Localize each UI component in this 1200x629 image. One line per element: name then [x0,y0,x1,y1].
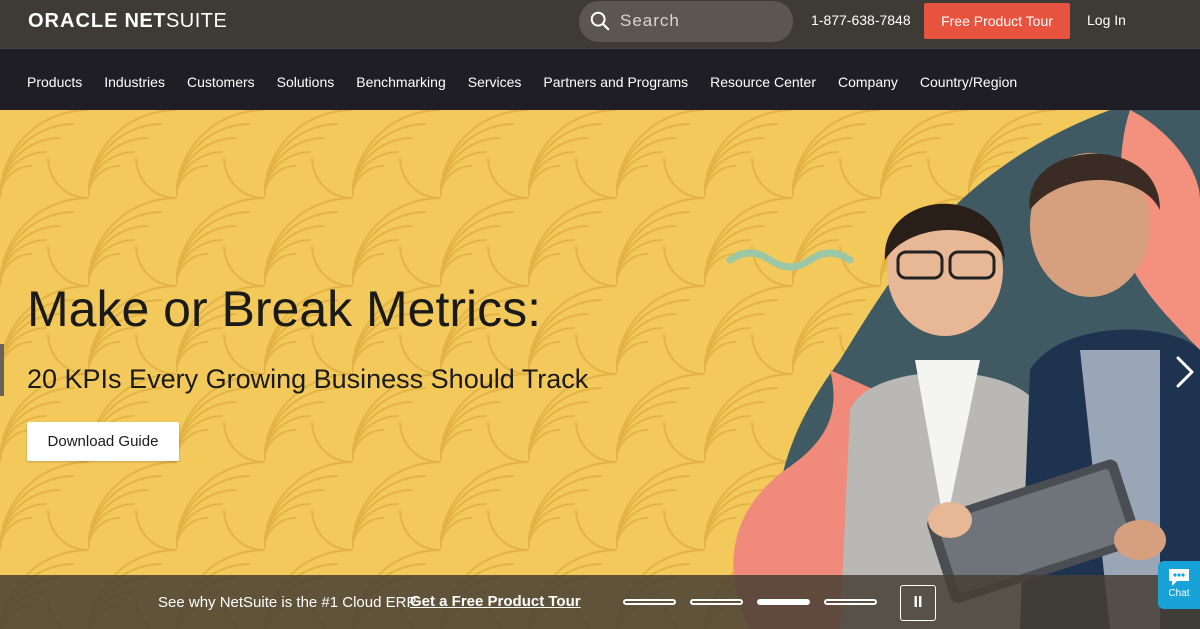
carousel-dot[interactable] [690,599,743,605]
nav-item-products[interactable]: Products [27,74,82,90]
logo-net: NET [124,10,166,32]
chevron-right-icon[interactable] [1168,350,1198,394]
top-bar: ORACLE NETSUITE Search 1-877-638-7848 Fre… [0,0,1200,48]
login-link[interactable]: Log In [1087,12,1126,28]
carousel-dot-active[interactable] [757,599,810,605]
carousel-dot[interactable] [623,599,676,605]
nav-item-solutions[interactable]: Solutions [277,74,335,90]
search-placeholder: Search [620,11,680,30]
carousel-control-bar: See why NetSuite is the #1 Cloud ERP Get… [0,575,1200,629]
search-input[interactable]: Search [579,1,793,42]
logo-oracle: ORACLE [28,10,119,32]
hero-banner: Make or Break Metrics: 20 KPIs Every Gro… [0,110,1200,629]
free-product-tour-link[interactable]: Get a Free Product Tour [410,593,581,610]
left-edge-tab[interactable] [0,344,4,396]
logo-suite: SUITE [165,10,228,32]
carousel-indicators [623,599,891,605]
download-guide-button[interactable]: Download Guide [27,422,179,461]
phone-number-link[interactable]: 1-877-638-7848 [811,12,911,28]
carousel-dot[interactable] [824,599,877,605]
nav-item-benchmarking[interactable]: Benchmarking [356,74,446,90]
free-product-tour-button[interactable]: Free Product Tour [924,3,1070,39]
chat-label: Chat [1168,588,1190,599]
oracle-netsuite-logo[interactable]: ORACLE NETSUITE [28,10,227,33]
nav-item-resource-center[interactable]: Resource Center [710,74,816,90]
hero-people-image [726,110,1200,629]
nav-item-company[interactable]: Company [838,74,898,90]
nav-item-country-region[interactable]: Country/Region [920,74,1017,90]
pause-button[interactable]: II [900,585,936,621]
nav-item-services[interactable]: Services [468,74,522,90]
chat-button[interactable]: Chat [1158,561,1200,609]
hero-subtitle: 20 KPIs Every Growing Business Should Tr… [27,364,589,394]
nav-item-partners[interactable]: Partners and Programs [543,74,688,90]
nav-item-customers[interactable]: Customers [187,74,255,90]
main-nav: Products Industries Customers Solutions … [0,48,1200,110]
search-icon [590,11,610,31]
promo-text: See why NetSuite is the #1 Cloud ERP [158,594,417,611]
chat-icon [1169,569,1189,586]
hero-title: Make or Break Metrics: [27,281,542,337]
nav-item-industries[interactable]: Industries [104,74,165,90]
